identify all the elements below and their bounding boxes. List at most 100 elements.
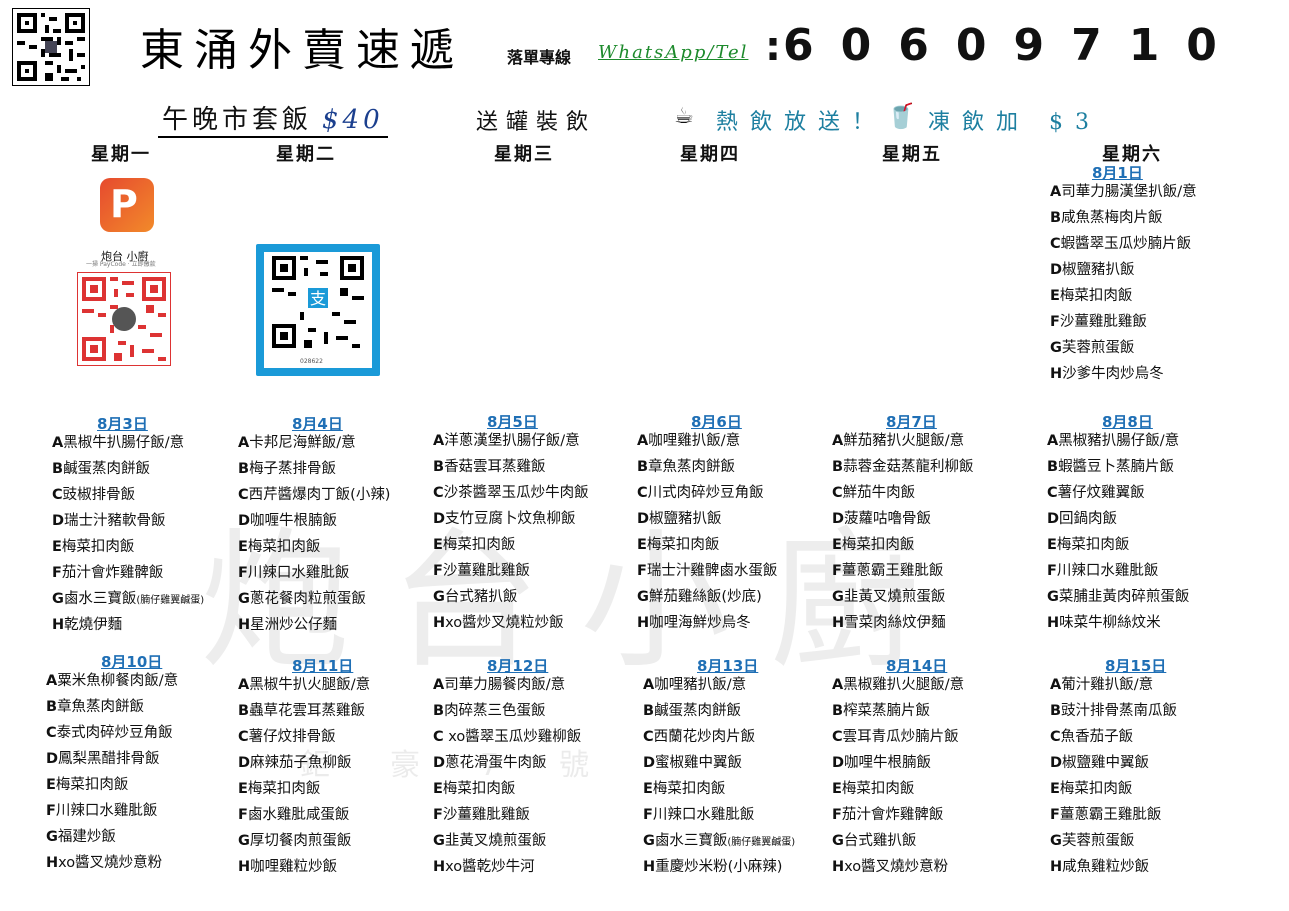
dish-letter: D [832, 511, 845, 527]
menu-dish: G菜脯韭黃肉碎煎蛋飯 [1047, 589, 1189, 605]
dish-letter: D [46, 751, 59, 767]
menu-dish: B蒜蓉金菇蒸龍利柳飯 [832, 459, 974, 475]
menu-dish: B章魚蒸肉餅飯 [46, 699, 144, 715]
menu-dish: C蝦醬翠玉瓜炒腩片飯 [1050, 236, 1191, 252]
menu-dish: H雪菜肉絲炆伊麵 [832, 615, 946, 631]
dish-letter: D [832, 755, 845, 771]
weekday-header: 星期二 [276, 144, 336, 165]
dish-letter: F [1050, 314, 1060, 330]
menu-dish: E梅菜扣肉飯 [433, 781, 515, 797]
coffee-icon: ☕ [674, 104, 694, 129]
payme-p-icon: P [110, 182, 138, 226]
menu-dish: B鹹蛋蒸肉餅飯 [643, 703, 741, 719]
dish-letter: C [52, 487, 63, 503]
dish-letter: D [643, 755, 656, 771]
menu-date: 8月3日 [97, 415, 148, 433]
dish-letter: E [52, 539, 62, 555]
dish-name: 梅菜扣肉飯 [442, 537, 516, 553]
menu-dish: D椒鹽豬扒飯 [1050, 262, 1135, 278]
dish-letter: C [1050, 729, 1061, 745]
dish-letter: D [433, 755, 446, 771]
menu-date: 8月11日 [292, 657, 354, 675]
dish-letter: E [637, 537, 647, 553]
menu-dish: F川辣口水雞肶飯 [1047, 563, 1158, 579]
menu-dish: E梅菜扣肉飯 [1050, 288, 1132, 304]
dish-letter: C [1050, 236, 1061, 252]
dish-letter: A [643, 677, 655, 693]
dish-letter: G [832, 589, 844, 605]
dish-name: 梅菜扣肉飯 [841, 537, 915, 553]
menu-dish: A司華力腸餐肉飯/意 [433, 677, 565, 693]
dish-letter: A [1050, 184, 1062, 200]
menu-dish: B香菇雲耳蒸雞飯 [433, 459, 546, 475]
dish-letter: F [832, 807, 842, 823]
hotline-label: 落單專線 [507, 48, 572, 67]
dish-name: 梅菜扣肉飯 [841, 781, 915, 797]
menu-dish: F瑞士汁雞髀鹵水蛋飯 [637, 563, 777, 579]
dish-letter: H [433, 615, 446, 631]
menu-dish: G蔥花餐肉粒煎蛋飯 [238, 591, 366, 607]
menu-dish: G芙蓉煎蛋飯 [1050, 340, 1134, 356]
dish-letter: G [52, 591, 64, 607]
qr-code-icon [12, 8, 90, 86]
menu-dish: D椒鹽雞中翼飯 [1050, 755, 1149, 771]
menu-dish: E梅菜扣肉飯 [1050, 781, 1132, 797]
page-title: 東涌外賣速遞 [140, 25, 464, 76]
weekday-header: 星期五 [882, 144, 942, 165]
menu-dish: G台式豬扒飯 [433, 589, 517, 605]
menu-dish: H沙爹牛肉炒烏冬 [1050, 366, 1164, 382]
dish-letter: E [238, 781, 248, 797]
dish-letter: H [832, 859, 845, 875]
menu-date: 8月6日 [691, 413, 742, 431]
dish-name: 黑椒牛扒火腿飯/意 [249, 677, 371, 693]
free-can-drink: 送罐裝飲 [476, 110, 597, 135]
dish-name: 咖哩豬扒飯/意 [654, 677, 747, 693]
menu-dish: F鹵水雞肶咸蛋飯 [238, 807, 349, 823]
dish-name: 沙茶醬翠玉瓜炒牛肉飯 [443, 485, 589, 501]
dish-name: 司華力腸漢堡扒飯/意 [1061, 184, 1197, 200]
menu-dish: B肉碎蒸三色蛋飯 [433, 703, 546, 719]
menu-dish: H星洲炒公仔麵 [238, 617, 337, 633]
menu-dish: D咖喱牛根腩飯 [238, 513, 337, 529]
menu-dish: A黑椒豬扒腸仔飯/意 [1047, 433, 1179, 449]
menu-dish: F茄汁會炸雞髀飯 [832, 807, 943, 823]
menu-dish: A黑椒牛扒火腿飯/意 [238, 677, 370, 693]
dish-letter: G [238, 833, 250, 849]
dish-name: 蒜蓉金菇蒸龍利柳飯 [843, 459, 974, 475]
dish-name: 蟲草花雲耳蒸雞飯 [249, 703, 366, 719]
dish-letter: G [433, 589, 445, 605]
dish-letter: D [637, 511, 650, 527]
dish-letter: H [1050, 366, 1063, 382]
dish-letter: C [46, 725, 57, 741]
menu-dish: D回鍋肉飯 [1047, 511, 1117, 527]
menu-date: 8月5日 [487, 413, 538, 431]
dish-name: 咸魚蒸梅肉片飯 [1061, 210, 1163, 226]
menu-date: 8月14日 [886, 657, 948, 675]
dish-letter: B [46, 699, 58, 715]
dish-letter: C [637, 485, 648, 501]
payme-subtitle: 一掃 PayCode · 立即繳款 [86, 261, 156, 268]
dish-name: 泰式肉碎炒豆角飯 [56, 725, 173, 741]
dish-letter: H [832, 615, 845, 631]
dish-letter: B [433, 703, 445, 719]
dish-letter: G [643, 833, 655, 849]
menu-dish: G福建炒飯 [46, 829, 116, 845]
dish-letter: F [52, 565, 62, 581]
dish-letter: D [52, 513, 65, 529]
menu-dish: D菠蘿咕嚕骨飯 [832, 511, 931, 527]
dish-name: 蔥花餐肉粒煎蛋飯 [249, 591, 366, 607]
dish-letter: C [433, 485, 444, 501]
dish-name: xo醬叉燒炒意粉 [844, 859, 949, 875]
dish-name: 沙薑雞肶雞飯 [1059, 314, 1147, 330]
dish-name: 鹵水雞肶咸蛋飯 [247, 807, 350, 823]
dish-name: 梅菜扣肉飯 [1056, 537, 1130, 553]
dish-name: 梅菜扣肉飯 [652, 781, 726, 797]
dish-letter: C [433, 729, 444, 745]
menu-dish: F沙薑雞肶雞飯 [433, 563, 530, 579]
dish-name: 梅菜扣肉飯 [1059, 781, 1133, 797]
menu-date: 8月7日 [886, 413, 937, 431]
dish-name: 梅菜扣肉飯 [1059, 288, 1133, 304]
set-meal-banner: 午晚市套飯 $40 [158, 99, 388, 138]
dish-letter: A [238, 435, 250, 451]
dish-letter: B [433, 459, 445, 475]
